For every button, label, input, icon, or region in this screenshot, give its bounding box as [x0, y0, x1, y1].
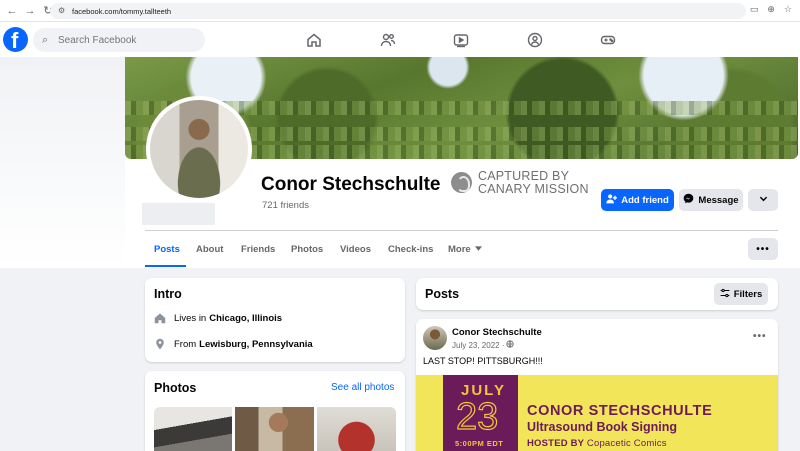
- facebook-top-nav: ⌕: [0, 22, 800, 57]
- filters-button[interactable]: Filters: [714, 283, 768, 305]
- poster-host-name: Copacetic Comics: [586, 438, 667, 449]
- post-author-avatar[interactable]: [423, 326, 447, 350]
- bookmark-star-icon[interactable]: ☆: [784, 4, 792, 15]
- poster-subheadline: Ultrasound Book Signing: [527, 420, 677, 434]
- post-image[interactable]: JULY 23 5:00PM EDT CONOR STECHSCHULTE Ul…: [416, 375, 778, 451]
- site-info-icon[interactable]: ⚙: [58, 7, 66, 15]
- address-text: facebook.com/tommy.tallteeth: [72, 6, 172, 16]
- browser-toolbar: ← → ↻ ⚙ facebook.com/tommy.tallteeth ▭ ⊕…: [0, 0, 800, 22]
- search-box[interactable]: ⌕: [33, 28, 205, 52]
- photo-thumbnail[interactable]: [317, 407, 396, 451]
- globe-icon: [506, 340, 515, 350]
- back-icon[interactable]: ←: [6, 5, 18, 17]
- intro-lives-in: Lives in Chicago, Illinois: [154, 312, 282, 324]
- zoom-icon[interactable]: ⊕: [767, 4, 775, 15]
- watch-icon[interactable]: [453, 32, 469, 48]
- tab-about[interactable]: About: [196, 244, 223, 255]
- add-friend-button[interactable]: Add friend: [601, 189, 674, 211]
- more-options-button[interactable]: •••: [748, 238, 778, 260]
- add-friend-label: Add friend: [621, 194, 669, 206]
- profile-options-button[interactable]: [748, 189, 778, 211]
- message-label: Message: [698, 194, 739, 206]
- posts-title: Posts: [425, 287, 460, 301]
- post-author-name[interactable]: Conor Stechschulte: [452, 327, 542, 338]
- photo-thumbnail[interactable]: [154, 407, 232, 451]
- post-date-text: July 23, 2022 ·: [452, 340, 505, 350]
- location-pin-icon: [154, 338, 166, 350]
- cast-icon[interactable]: ▭: [750, 4, 759, 15]
- watermark-text: CAPTURED BY CANARY MISSION: [478, 170, 589, 196]
- lives-city[interactable]: Chicago, Illinois: [209, 313, 282, 324]
- profile-picture[interactable]: [146, 96, 252, 202]
- tab-more-label: More: [448, 244, 471, 255]
- friends-count[interactable]: 721 friends: [262, 200, 309, 211]
- poster-time: 5:00PM EDT: [455, 439, 504, 448]
- filters-icon: [720, 288, 730, 301]
- poster-headline: CONOR STECHSCHULTE: [527, 403, 713, 419]
- intro-title: Intro: [154, 287, 182, 301]
- redaction-box: [142, 203, 215, 225]
- caret-down-icon: [474, 244, 482, 255]
- post-text: LAST STOP! PITTSBURGH!!!: [423, 356, 543, 366]
- filters-label: Filters: [733, 288, 763, 300]
- post-date[interactable]: July 23, 2022 ·: [452, 340, 515, 350]
- friends-icon[interactable]: [380, 32, 396, 48]
- tab-check-ins[interactable]: Check-ins: [388, 244, 433, 255]
- intro-from: From Lewisburg, Pennsylvania: [154, 338, 313, 350]
- message-button[interactable]: Message: [679, 189, 743, 211]
- photos-title: Photos: [154, 381, 197, 395]
- address-bar[interactable]: ⚙ facebook.com/tommy.tallteeth: [50, 3, 746, 19]
- forward-icon[interactable]: →: [24, 5, 36, 17]
- tab-more[interactable]: More: [448, 244, 482, 255]
- lives-prefix: Lives in: [174, 312, 207, 324]
- tab-photos[interactable]: Photos: [291, 244, 323, 255]
- facebook-logo[interactable]: [3, 27, 28, 54]
- from-prefix: From: [174, 338, 197, 350]
- profile-name: Conor Stechschulte: [261, 174, 441, 195]
- canary-mission-logo: [451, 172, 472, 193]
- poster-day: 23: [455, 396, 499, 438]
- from-city[interactable]: Lewisburg, Pennsylvania: [199, 339, 313, 350]
- add-person-icon: [606, 193, 618, 207]
- tabs-divider: [145, 230, 778, 231]
- ellipsis-icon: •••: [756, 243, 770, 255]
- tab-videos[interactable]: Videos: [340, 244, 371, 255]
- home-icon: [154, 312, 166, 324]
- tab-friends[interactable]: Friends: [241, 244, 275, 255]
- watermark-line-2: CANARY MISSION: [478, 182, 589, 196]
- gaming-icon[interactable]: [600, 32, 616, 48]
- search-input[interactable]: [58, 34, 188, 46]
- poster-hosted-by: HOSTED BY Copacetic Comics: [527, 438, 667, 449]
- active-tab-indicator: [145, 265, 186, 267]
- post-options-icon[interactable]: •••: [753, 331, 767, 342]
- groups-icon[interactable]: [527, 32, 543, 48]
- messenger-icon: [683, 193, 694, 207]
- chevron-down-icon: [759, 194, 768, 206]
- poster-hosted-prefix: HOSTED BY: [527, 438, 585, 449]
- home-icon[interactable]: [306, 32, 322, 48]
- header-side-fill: [0, 57, 125, 268]
- see-all-photos-link[interactable]: See all photos: [331, 382, 394, 393]
- tab-posts[interactable]: Posts: [154, 244, 180, 255]
- photo-thumbnail[interactable]: [235, 407, 314, 451]
- search-icon: ⌕: [42, 34, 49, 46]
